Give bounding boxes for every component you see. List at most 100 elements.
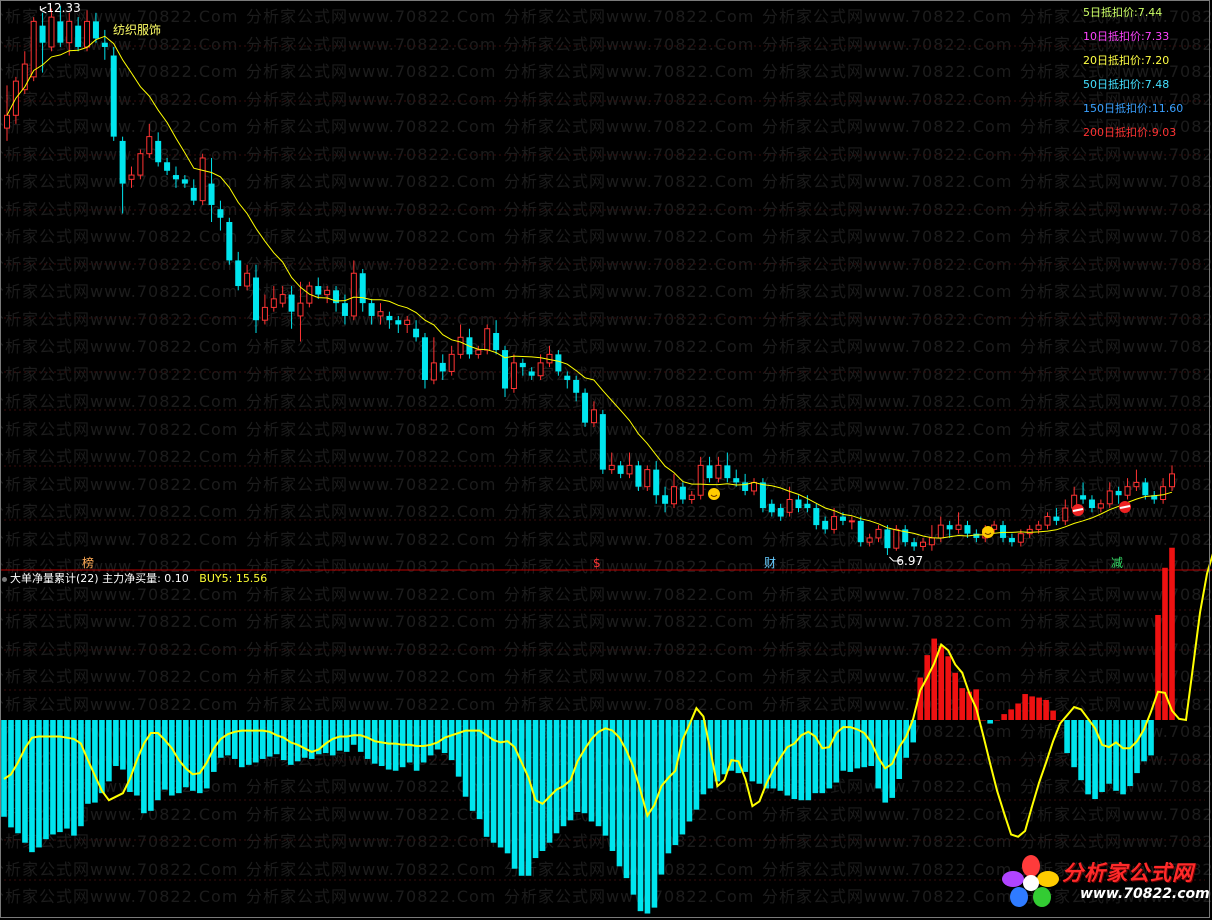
candle-body xyxy=(448,353,455,372)
candle-body xyxy=(413,328,420,338)
indicator-bar xyxy=(78,720,84,827)
candle xyxy=(279,286,286,308)
candle-body xyxy=(724,465,731,479)
event-marker: 减 xyxy=(1111,556,1124,570)
candle-body xyxy=(493,333,500,351)
candle xyxy=(946,520,953,538)
candle-body xyxy=(564,375,571,380)
candle xyxy=(866,533,873,547)
indicator-bar xyxy=(15,720,21,834)
candle xyxy=(724,452,731,483)
candle xyxy=(635,461,642,491)
candle-body xyxy=(893,528,900,549)
candle xyxy=(679,482,686,504)
candle-body xyxy=(973,533,980,538)
indicator-bar xyxy=(308,720,315,759)
candle-body xyxy=(92,21,99,39)
chart-canvas[interactable] xyxy=(0,0,1212,920)
candle xyxy=(164,157,171,176)
ma-label: 200日抵扣价:9.03 xyxy=(1083,126,1177,139)
indicator-bar xyxy=(1148,720,1154,756)
candle xyxy=(1160,478,1167,504)
ma-label: 150日抵扣价:11.60 xyxy=(1083,102,1184,115)
indicator-bar xyxy=(106,720,112,782)
indicator-bar xyxy=(190,720,196,791)
ma-label: 50日抵扣价:7.48 xyxy=(1083,78,1170,91)
candle-body xyxy=(751,481,758,492)
main-net-buy-label: 主力净买量: 0.10 xyxy=(102,572,189,585)
indicator-bar xyxy=(693,720,700,810)
candle xyxy=(315,277,322,299)
candle-body xyxy=(964,525,971,534)
candle-body xyxy=(1035,524,1042,530)
candle-body xyxy=(484,328,491,351)
candle xyxy=(270,286,277,312)
indicator-bar xyxy=(120,720,126,770)
candle-body xyxy=(315,286,322,295)
indicator-bar xyxy=(665,720,672,854)
candle-body xyxy=(919,541,926,547)
candle-body xyxy=(546,353,553,364)
candle-body xyxy=(928,537,935,546)
candle xyxy=(893,525,900,551)
candle-body xyxy=(519,362,526,368)
candle xyxy=(813,503,820,530)
candle-body xyxy=(208,183,215,205)
candle-body xyxy=(457,336,464,355)
indicator-bar xyxy=(322,720,329,754)
candlestick-series xyxy=(4,6,1175,555)
candle xyxy=(119,136,126,214)
candle xyxy=(101,29,108,60)
indicator-bar xyxy=(252,720,259,763)
candle-body xyxy=(608,464,615,471)
candle xyxy=(502,345,509,398)
candle xyxy=(768,499,775,517)
candle-body xyxy=(190,187,197,201)
indicator-bar xyxy=(700,720,707,795)
candle-body xyxy=(804,503,811,509)
candle-body xyxy=(1115,490,1122,496)
candle-body xyxy=(1124,486,1131,496)
candle-body xyxy=(768,503,775,513)
candle-body xyxy=(884,529,891,549)
candle-body xyxy=(662,495,669,504)
candle xyxy=(475,345,482,359)
candle-body xyxy=(1133,481,1140,488)
candle-body xyxy=(955,524,962,530)
candle-body xyxy=(697,464,704,496)
candle xyxy=(848,516,855,530)
candle xyxy=(288,286,295,329)
candle xyxy=(359,268,366,312)
logo-title: 分析家公式网 xyxy=(1062,861,1194,885)
candle xyxy=(564,371,571,389)
candle xyxy=(902,525,909,547)
candle-body xyxy=(341,303,348,316)
candle xyxy=(368,298,375,325)
ma-label: 10日抵扣价:7.33 xyxy=(1083,30,1170,43)
indicator-bar xyxy=(350,720,357,745)
candle-body xyxy=(688,494,695,501)
indicator-bar xyxy=(1064,720,1070,754)
indicator-bar xyxy=(938,645,944,720)
candle xyxy=(430,337,437,385)
indicator-bar xyxy=(22,720,28,843)
candle-body xyxy=(101,42,108,47)
indicator-bar xyxy=(469,720,476,811)
candle xyxy=(955,512,962,534)
indicator-bar xyxy=(994,720,1000,721)
indicator-bar xyxy=(1022,694,1028,720)
candle-body xyxy=(848,520,855,523)
indicator-bar xyxy=(959,688,965,720)
candle-body xyxy=(181,179,188,184)
indicator-bar xyxy=(721,720,728,775)
candle-body xyxy=(421,337,428,380)
candle xyxy=(1080,482,1087,504)
candle xyxy=(1151,490,1158,504)
candle xyxy=(208,157,215,223)
candle xyxy=(875,525,882,543)
candle-body xyxy=(759,482,766,509)
indicator-bar xyxy=(204,720,210,789)
candle xyxy=(110,46,117,141)
indicator-bar xyxy=(1036,697,1042,720)
indicator-bar xyxy=(1078,720,1084,781)
